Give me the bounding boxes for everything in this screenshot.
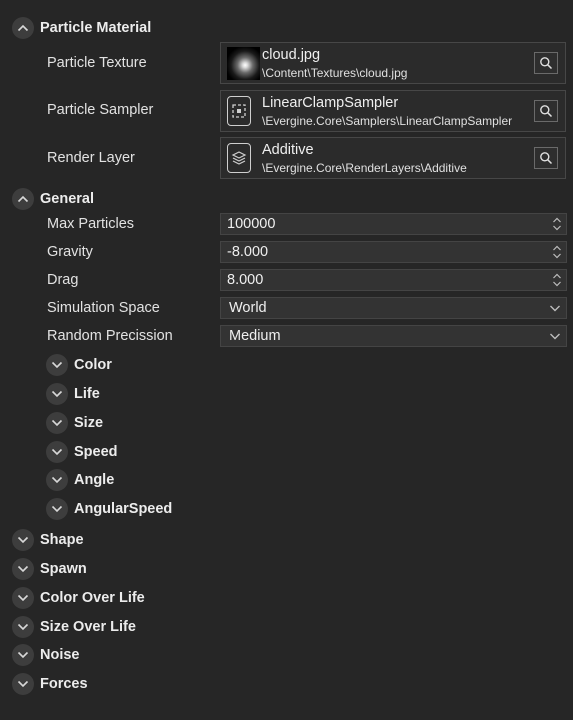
asset-name: cloud.jpg	[262, 47, 321, 63]
asset-path: \Evergine.Core\Samplers\LinearClampSampl…	[262, 114, 513, 128]
section-title: Noise	[40, 647, 80, 663]
random-precission-label: Random Precission	[47, 328, 173, 344]
asset-path: \Content\Textures\cloud.jpg	[262, 66, 408, 80]
section-color-over-life[interactable]: Color Over Life	[12, 586, 145, 610]
chevron-up-icon[interactable]	[12, 17, 34, 39]
gravity-label: Gravity	[47, 244, 93, 260]
search-button[interactable]	[534, 147, 558, 169]
section-title: Spawn	[40, 561, 87, 577]
section-title: Size Over Life	[40, 619, 136, 635]
asset-name: Additive	[262, 142, 314, 158]
simulation-space-label: Simulation Space	[47, 300, 160, 316]
chevron-down-icon[interactable]	[46, 412, 68, 434]
particle-sampler-field[interactable]: LinearClampSampler \Evergine.Core\Sample…	[220, 90, 566, 132]
section-forces[interactable]: Forces	[12, 672, 88, 696]
particle-sampler-label: Particle Sampler	[47, 102, 154, 118]
field-value: 100000	[227, 216, 276, 232]
field-value: -8.000	[227, 244, 269, 260]
section-general[interactable]: General	[12, 187, 94, 211]
subsection-title: Speed	[74, 444, 118, 460]
subsection-life[interactable]: Life	[46, 382, 100, 406]
section-title: Color Over Life	[40, 590, 145, 606]
chevron-down-icon[interactable]	[12, 644, 34, 666]
spinner-arrows-icon[interactable]	[552, 272, 562, 288]
chevron-down-icon[interactable]	[46, 498, 68, 520]
chevron-down-icon[interactable]	[12, 616, 34, 638]
particle-texture-label: Particle Texture	[47, 55, 147, 71]
subsection-title: Life	[74, 386, 100, 402]
subsection-speed[interactable]: Speed	[46, 440, 118, 464]
chevron-up-icon[interactable]	[12, 188, 34, 210]
chevron-down-icon[interactable]	[12, 587, 34, 609]
chevron-down-icon[interactable]	[12, 529, 34, 551]
subsection-size[interactable]: Size	[46, 411, 103, 435]
chevron-down-icon[interactable]	[12, 673, 34, 695]
section-shape[interactable]: Shape	[12, 528, 84, 552]
selected-value: World	[229, 300, 267, 316]
search-icon	[540, 152, 553, 165]
max-particles-input[interactable]: 100000	[220, 213, 567, 235]
subsection-title: Size	[74, 415, 104, 431]
gravity-input[interactable]: -8.000	[220, 241, 567, 263]
section-noise[interactable]: Noise	[12, 643, 80, 667]
subsection-title: Angle	[74, 472, 115, 488]
spinner-arrows-icon[interactable]	[552, 244, 562, 260]
section-title: Particle Material	[40, 20, 152, 36]
field-value: 8.000	[227, 272, 264, 288]
chevron-down-icon	[550, 305, 560, 312]
search-button[interactable]	[534, 100, 558, 122]
random-precission-select[interactable]: Medium	[220, 325, 567, 347]
section-particle-material[interactable]: Particle Material	[12, 16, 151, 40]
section-title: Forces	[40, 676, 88, 692]
search-icon	[540, 57, 553, 70]
section-title: General	[40, 191, 94, 207]
chevron-down-icon[interactable]	[46, 383, 68, 405]
chevron-down-icon[interactable]	[46, 469, 68, 491]
chevron-down-icon[interactable]	[46, 354, 68, 376]
section-size-over-life[interactable]: Size Over Life	[12, 615, 136, 639]
chevron-down-icon[interactable]	[12, 558, 34, 580]
subsection-color[interactable]: Color	[46, 353, 112, 377]
max-particles-label: Max Particles	[47, 216, 135, 232]
section-title: Shape	[40, 532, 84, 548]
asset-path: \Evergine.Core\RenderLayers\Additive	[262, 161, 467, 175]
section-spawn[interactable]: Spawn	[12, 557, 87, 581]
asset-name: LinearClampSampler	[262, 95, 399, 111]
simulation-space-select[interactable]: World	[220, 297, 567, 319]
layers-icon	[227, 143, 251, 173]
sampler-asset-icon	[227, 96, 251, 126]
selected-value: Medium	[229, 328, 281, 344]
drag-label: Drag	[47, 272, 79, 288]
chevron-down-icon	[550, 333, 560, 340]
subsection-angle[interactable]: Angle	[46, 468, 114, 492]
subsection-title: AngularSpeed	[74, 501, 173, 517]
particle-texture-field[interactable]: cloud.jpg \Content\Textures\cloud.jpg	[220, 42, 566, 84]
drag-input[interactable]: 8.000	[220, 269, 567, 291]
subsection-title: Color	[74, 357, 112, 373]
texture-thumbnail	[227, 47, 260, 80]
subsection-angular-speed[interactable]: AngularSpeed	[46, 497, 172, 521]
search-icon	[540, 105, 553, 118]
render-layer-field[interactable]: Additive \Evergine.Core\RenderLayers\Add…	[220, 137, 566, 179]
search-button[interactable]	[534, 52, 558, 74]
spinner-arrows-icon[interactable]	[552, 216, 562, 232]
chevron-down-icon[interactable]	[46, 441, 68, 463]
render-layer-label: Render Layer	[47, 150, 135, 166]
